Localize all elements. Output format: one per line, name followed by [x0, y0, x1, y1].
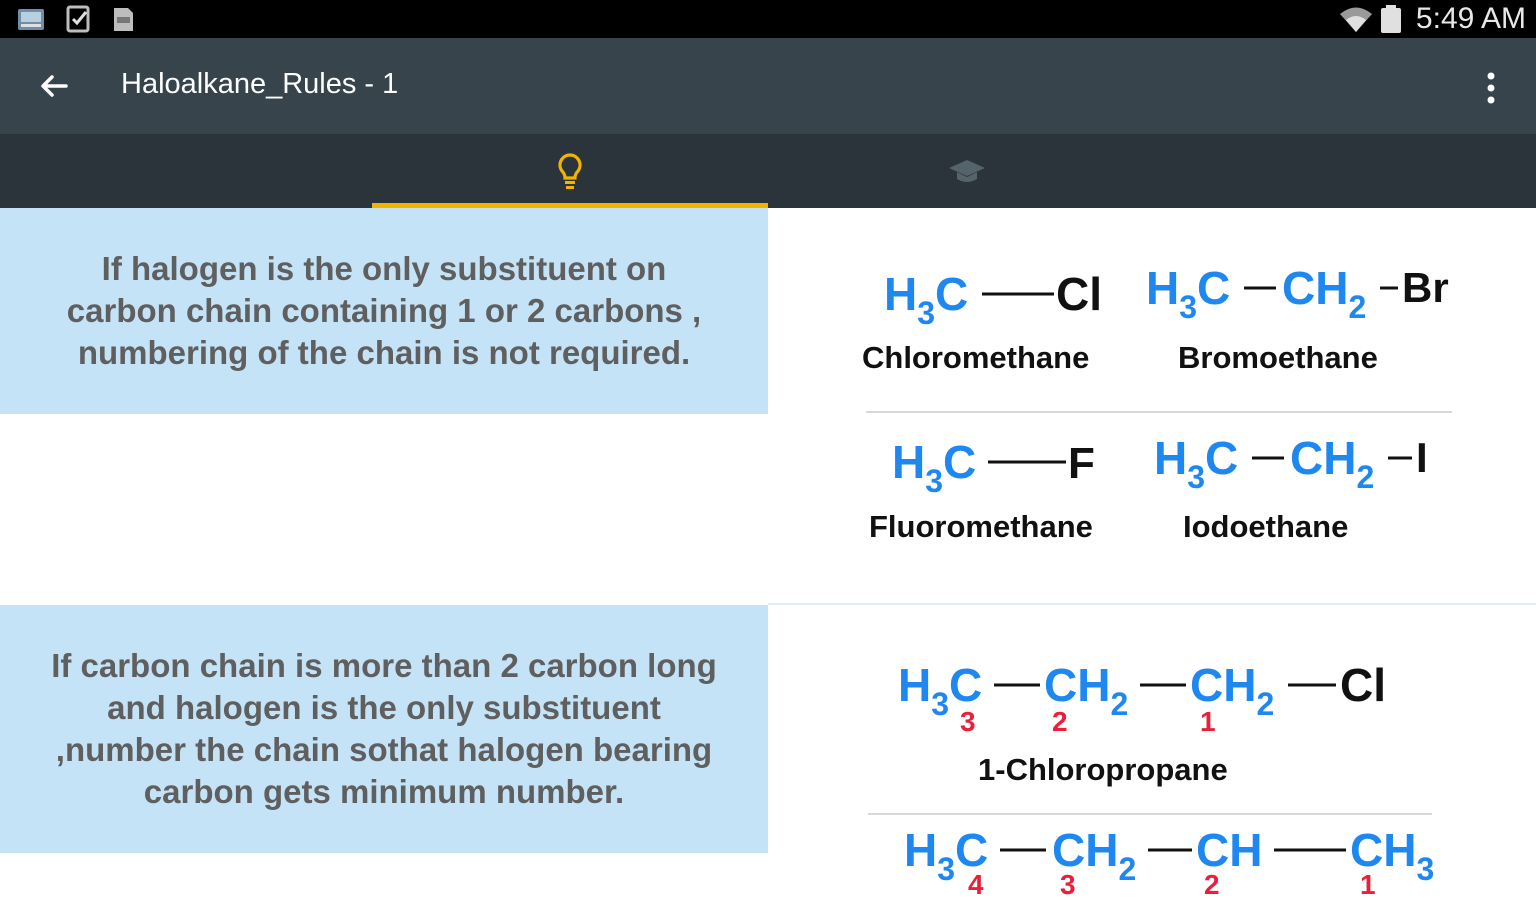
- svg-text:2: 2: [1204, 869, 1220, 900]
- iodoethane-formula: H3C CH2 I: [1154, 432, 1428, 495]
- bromoethane-formula: H3C CH2 Br: [1146, 262, 1449, 325]
- rule-1-line: carbon chain containing 1 or 2 carbons ,: [66, 292, 702, 329]
- chloropropane-name: 1-Chloropropane: [978, 752, 1228, 787]
- app-bar: Haloalkane_Rules - 1: [0, 38, 1536, 134]
- gallery-icon: [18, 9, 44, 30]
- rule-1-text-box: If halogen is the only substituent on ca…: [0, 208, 768, 414]
- svg-text:H3C: H3C: [892, 436, 976, 499]
- tab-rules[interactable]: [372, 134, 768, 208]
- page-title: Haloalkane_Rules - 1: [121, 68, 399, 100]
- svg-text:F: F: [1068, 439, 1095, 488]
- lightbulb-icon: [558, 153, 582, 189]
- sd-card-icon: [114, 8, 133, 31]
- svg-text:H3C: H3C: [884, 268, 968, 330]
- svg-text:Br: Br: [1402, 264, 1449, 311]
- rule-2-line: and halogen is the only substituent: [107, 689, 661, 726]
- rule-2-text-box: If carbon chain is more than 2 carbon lo…: [0, 605, 768, 853]
- wifi-icon: [1340, 7, 1372, 32]
- rule-2-line: ,number the chain sothat halogen bearing: [55, 731, 713, 768]
- rule-2-line: carbon gets minimum number.: [143, 773, 625, 810]
- tab-bar: [0, 134, 1536, 208]
- svg-text:1: 1: [1200, 706, 1216, 737]
- svg-text:CH2: CH2: [1282, 262, 1366, 325]
- svg-text:H3C: H3C: [1154, 432, 1238, 495]
- rule-1-line: If halogen is the only substituent on: [101, 250, 667, 287]
- rule-1-line: numbering of the chain is not required.: [77, 334, 691, 371]
- status-time: 5:49 AM: [1415, 2, 1526, 35]
- example-divider: [866, 411, 1452, 413]
- tab-learn[interactable]: [768, 134, 1164, 208]
- more-vert-icon[interactable]: [1474, 68, 1508, 108]
- svg-text:4: 4: [968, 869, 984, 900]
- svg-text:CH2: CH2: [1290, 432, 1374, 495]
- battery-icon: [1381, 5, 1401, 33]
- graduation-cap-icon: [949, 160, 985, 182]
- svg-text:Cl: Cl: [1056, 268, 1102, 320]
- tasks-icon: [66, 5, 90, 33]
- chloromethane-name: Chloromethane: [862, 340, 1090, 375]
- section-divider: [768, 603, 1536, 605]
- fluoromethane-formula: H3C F: [892, 436, 1095, 499]
- arrow-left-icon[interactable]: [34, 66, 74, 106]
- svg-text:2: 2: [1052, 706, 1068, 737]
- bromoethane-name: Bromoethane: [1178, 340, 1378, 375]
- svg-text:3: 3: [960, 706, 976, 737]
- svg-text:I: I: [1416, 434, 1428, 481]
- chloropropane-formula: H3C CH2 CH2 Cl 3 2 1: [898, 659, 1386, 737]
- butane-chain-formula: H3C CH2 CH CH3 4 3 2 1: [904, 824, 1434, 900]
- status-bar: 5:49 AM: [0, 0, 1536, 38]
- iodoethane-name: Iodoethane: [1183, 509, 1349, 544]
- svg-text:Cl: Cl: [1340, 659, 1386, 711]
- svg-text:H3C: H3C: [1146, 262, 1230, 325]
- fluoromethane-name: Fluoromethane: [869, 509, 1093, 544]
- chloromethane-formula: H3C Cl: [884, 268, 1102, 330]
- svg-text:3: 3: [1060, 869, 1076, 900]
- svg-text:1: 1: [1360, 869, 1376, 900]
- rule-2-line: If carbon chain is more than 2 carbon lo…: [51, 647, 717, 684]
